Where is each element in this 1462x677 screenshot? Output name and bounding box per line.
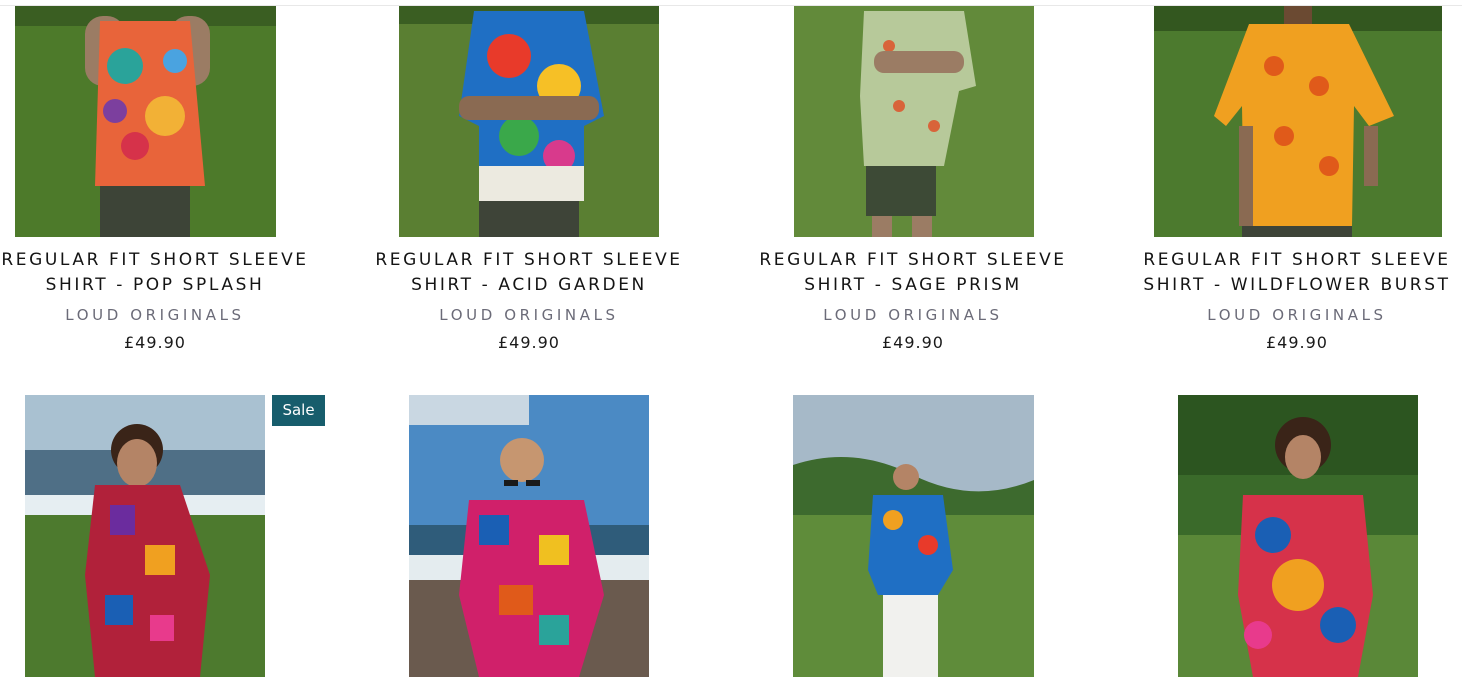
product-image-row2-4[interactable] [1178, 395, 1418, 677]
product-card-acid-garden[interactable]: Regular Fit Short Sleeve Shirt - Acid Ga… [349, 248, 709, 358]
product-title-line1[interactable]: Regular Fit Short Sleeve [1117, 248, 1462, 273]
product-title-line2[interactable]: Shirt - Pop Splash [0, 273, 335, 298]
product-title-line1[interactable]: Regular Fit Short Sleeve [349, 248, 709, 273]
product-vendor: LOUD ORIGINALS [65, 306, 245, 324]
product-price: £49.90 [1266, 333, 1328, 352]
product-title-line2[interactable]: Shirt - Sage Prism [733, 273, 1093, 298]
product-image-acid-garden[interactable] [399, 6, 659, 237]
product-image-wildflower-burst[interactable] [1154, 6, 1442, 237]
product-image-pop-splash[interactable] [15, 6, 276, 237]
product-title-line2[interactable]: Shirt - Acid Garden [349, 273, 709, 298]
product-vendor: LOUD ORIGINALS [1207, 306, 1387, 324]
product-title-line1[interactable]: Regular Fit Short Sleeve [733, 248, 1093, 273]
product-vendor: LOUD ORIGINALS [439, 306, 619, 324]
product-title-line1[interactable]: Regular Fit Short Sleeve [0, 248, 335, 273]
product-price: £49.90 [498, 333, 560, 352]
product-grid: Regular Fit Short Sleeve Shirt - Pop Spl… [0, 0, 1462, 677]
product-price: £49.90 [882, 333, 944, 352]
product-image-row2-2[interactable] [409, 395, 649, 677]
product-card-wildflower-burst[interactable]: Regular Fit Short Sleeve Shirt - Wildflo… [1117, 248, 1462, 358]
product-image-row2-1[interactable] [25, 395, 265, 677]
product-image-sage-prism[interactable] [794, 6, 1034, 237]
product-price: £49.90 [124, 333, 186, 352]
sale-badge: Sale [272, 395, 325, 426]
product-image-row2-3[interactable] [793, 395, 1034, 677]
product-vendor: LOUD ORIGINALS [823, 306, 1003, 324]
product-title-line2[interactable]: Shirt - Wildflower Burst [1117, 273, 1462, 298]
product-card-sage-prism[interactable]: Regular Fit Short Sleeve Shirt - Sage Pr… [733, 248, 1093, 358]
product-card-pop-splash[interactable]: Regular Fit Short Sleeve Shirt - Pop Spl… [0, 248, 335, 358]
